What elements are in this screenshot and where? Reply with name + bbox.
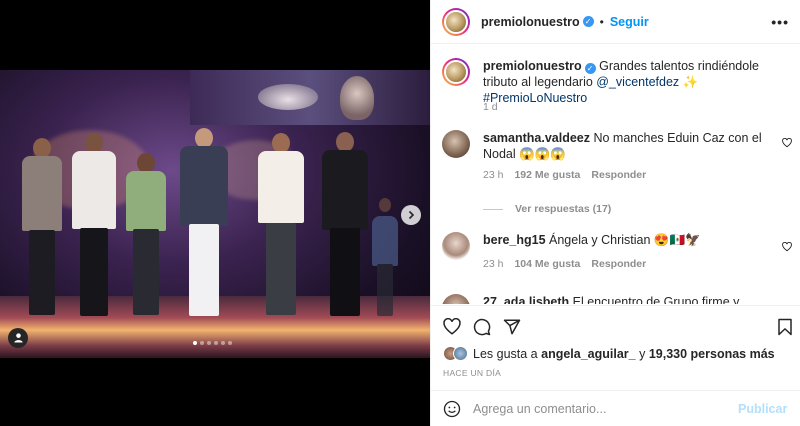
comment: bere_hg15 Ángela y Christian 😍🇲🇽🦅 <box>442 232 778 260</box>
comment-age: 23 h <box>483 169 504 181</box>
post-author[interactable]: premiolonuestro <box>481 15 580 29</box>
avatar[interactable] <box>442 130 470 158</box>
comment-likes[interactable]: 192 Me gusta <box>514 169 580 181</box>
view-replies-label: Ver respuestas (17) <box>515 203 612 215</box>
heart-icon[interactable] <box>782 135 792 148</box>
comment-age: 23 h <box>483 258 504 270</box>
reply-button[interactable]: Responder <box>591 258 646 270</box>
share-icon[interactable] <box>503 318 521 336</box>
action-bar <box>431 305 800 347</box>
caption-hashtag[interactable]: #PremioLoNuestro <box>483 91 587 105</box>
backdrop-screen <box>190 70 430 125</box>
comment: samantha.valdeez No manches Eduin Caz co… <box>442 130 778 162</box>
performer <box>180 128 228 318</box>
carousel-dot <box>228 341 232 345</box>
caption-author[interactable]: premiolonuestro <box>483 59 582 73</box>
follow-button[interactable]: Seguir <box>610 15 649 29</box>
publish-button[interactable]: Publicar <box>738 402 787 416</box>
comment-input[interactable]: Agrega un comentario... <box>473 402 738 416</box>
avatar[interactable] <box>453 346 468 361</box>
avatar[interactable] <box>442 58 470 86</box>
comment-icon[interactable] <box>473 318 491 336</box>
post-caption: premiolonuestro ✓ Grandes talentos rindié… <box>442 58 778 106</box>
liker-username[interactable]: angela_aguilar_ <box>541 347 636 361</box>
carousel-dot <box>193 341 197 345</box>
bookmark-icon[interactable] <box>777 318 795 336</box>
likes-count[interactable]: 19,330 personas más <box>649 347 775 361</box>
comment: 27_ada.lisbeth El encuentro de Grupo fir… <box>442 294 778 304</box>
performer <box>22 138 62 318</box>
carousel-dot <box>207 341 211 345</box>
comment-likes[interactable]: 104 Me gusta <box>514 258 580 270</box>
performer <box>126 153 166 318</box>
reply-button[interactable]: Responder <box>591 169 646 181</box>
emoji-icon[interactable] <box>443 400 461 418</box>
caption-mention[interactable]: @_vicentefdez <box>596 75 679 89</box>
heart-icon[interactable] <box>443 317 461 336</box>
performer <box>322 132 368 318</box>
comment-author[interactable]: samantha.valdeez <box>483 131 590 145</box>
caption-age: 1 d <box>483 101 498 113</box>
user-tag-button[interactable] <box>8 328 28 348</box>
sparkle-emoji: ✨ <box>682 75 699 89</box>
avatar[interactable] <box>442 294 470 304</box>
chevron-right-icon <box>406 207 416 223</box>
verified-icon: ✓ <box>584 63 596 74</box>
heart-icon[interactable] <box>782 239 792 252</box>
view-replies-button[interactable]: Ver respuestas (17) <box>483 203 611 215</box>
avatar[interactable] <box>442 7 470 36</box>
post-date[interactable]: HACE UN DÍA <box>443 368 501 378</box>
next-slide-button[interactable] <box>401 205 421 225</box>
comment-author[interactable]: 27_ada.lisbeth <box>483 295 569 304</box>
avatar[interactable] <box>442 232 470 260</box>
post-header: premiolonuestro ✓ • Seguir ••• <box>431 0 800 44</box>
post-photo[interactable] <box>0 70 430 358</box>
carousel-dot <box>200 341 204 345</box>
post-media <box>0 0 430 426</box>
verified-icon: ✓ <box>582 16 594 27</box>
performer <box>72 133 116 318</box>
comment-meta: 23 h 192 Me gusta Responder <box>483 169 646 181</box>
comment-author[interactable]: bere_hg15 <box>483 233 546 247</box>
comments-list: premiolonuestro ✓ Grandes talentos rindié… <box>431 44 800 304</box>
carousel-dot <box>221 341 225 345</box>
post-sidebar: premiolonuestro ✓ • Seguir ••• premiolon… <box>430 0 800 426</box>
carousel-indicator <box>193 341 232 345</box>
more-icon[interactable]: ••• <box>771 14 789 30</box>
comment-meta: 23 h 104 Me gusta Responder <box>483 258 646 270</box>
performer <box>258 133 304 318</box>
comment-text: Ángela y Christian 😍🇲🇽🦅 <box>549 233 701 247</box>
performer <box>372 198 398 318</box>
add-comment-bar: Agrega un comentario... Publicar <box>431 390 800 426</box>
carousel-dot <box>214 341 218 345</box>
user-tag-icon <box>13 330 24 346</box>
likes-summary: Les gusta a angela_aguilar_ y 19,330 per… <box>443 346 775 361</box>
